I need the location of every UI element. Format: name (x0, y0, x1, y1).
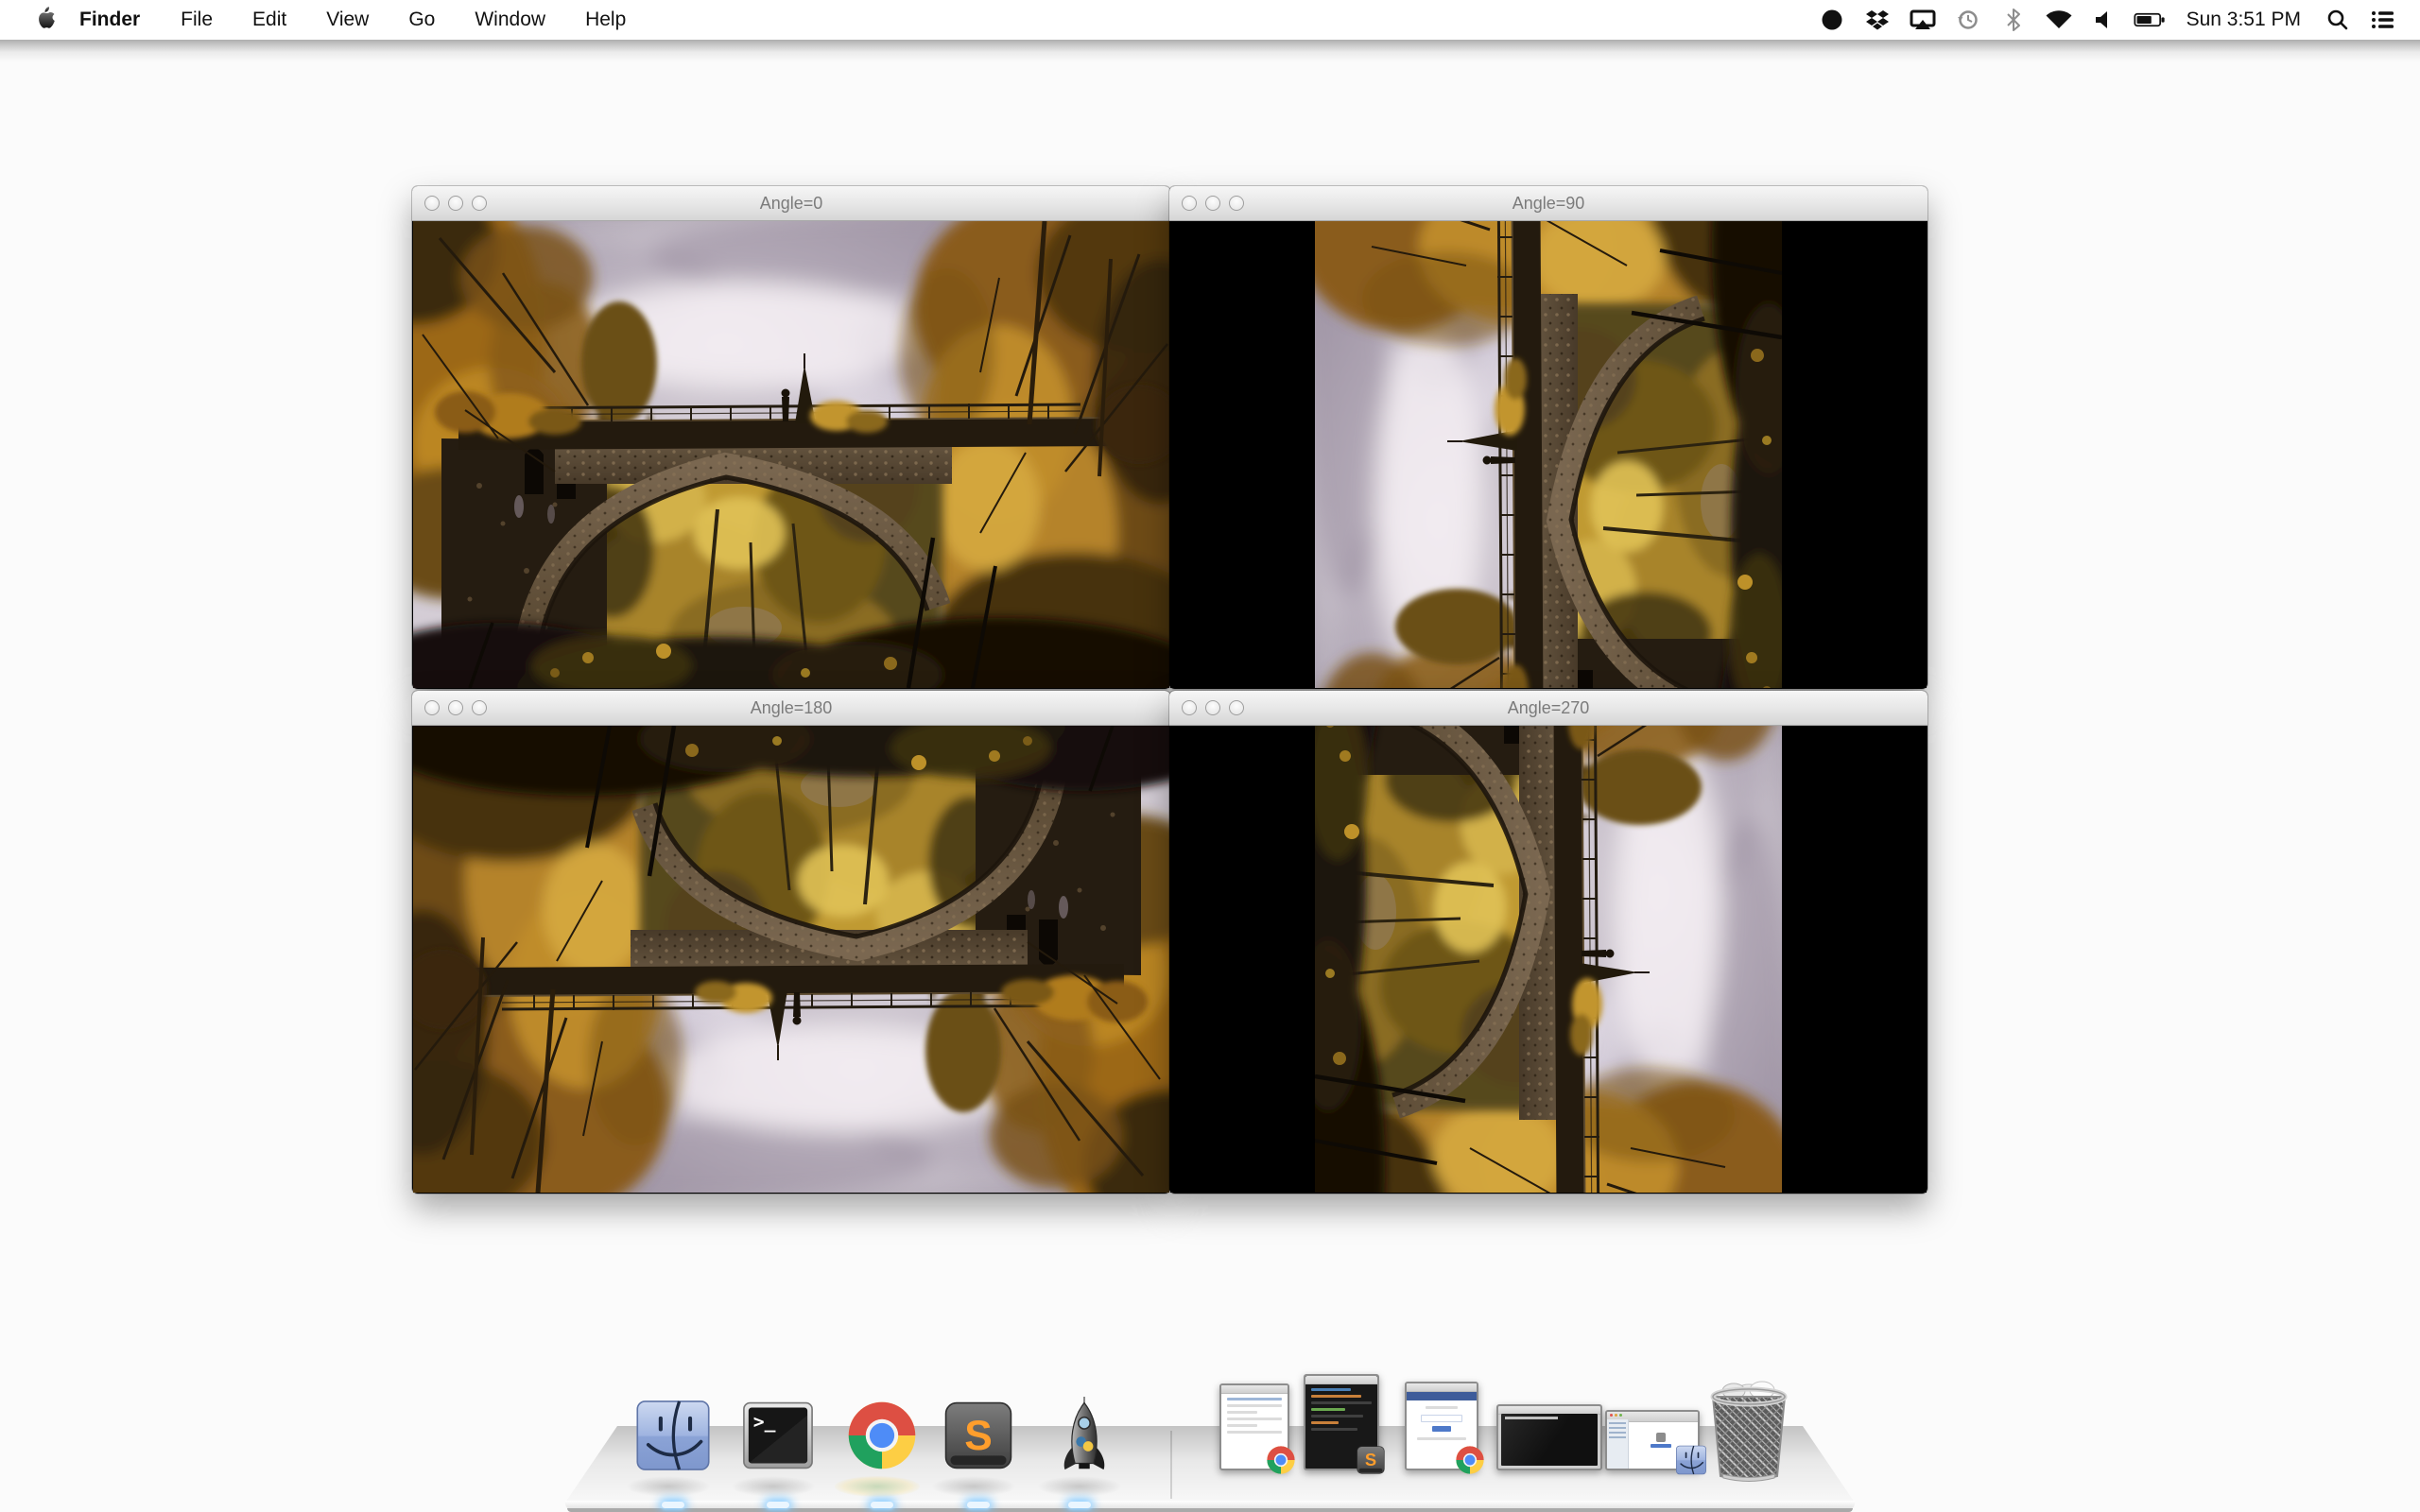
minimized-finder-window[interactable] (1605, 1410, 1700, 1470)
close-button[interactable] (1182, 700, 1197, 715)
minimized-terminal-window[interactable] (1496, 1404, 1602, 1470)
spotlight-search-icon[interactable] (2322, 6, 2354, 34)
zoom-button[interactable] (472, 700, 487, 715)
minimize-button[interactable] (448, 700, 463, 715)
running-indicator-rocket (1068, 1502, 1091, 1508)
window-titlebar[interactable]: Angle=180 (412, 691, 1170, 726)
dock-icon-python-rocket[interactable] (1046, 1397, 1123, 1474)
dock-icon-sublime-text[interactable] (940, 1397, 1017, 1474)
menu-item-file[interactable]: File (161, 0, 233, 40)
menu-item-window[interactable]: Window (455, 0, 565, 40)
image-canvas (1170, 221, 1927, 688)
image-canvas (413, 221, 1169, 688)
status-dot-icon[interactable] (1816, 6, 1848, 34)
window-titlebar[interactable]: Angle=270 (1169, 691, 1927, 726)
window-buttons (1182, 700, 1244, 715)
minimized-chrome-login-page[interactable] (1405, 1382, 1478, 1470)
icon-reflection (731, 1476, 816, 1497)
window-buttons (424, 196, 487, 211)
sublime-badge-icon (1355, 1444, 1387, 1476)
apple-menu-icon[interactable] (34, 6, 59, 34)
menu-bar-shadow (0, 40, 2420, 62)
window-title: Angle=0 (412, 194, 1170, 214)
menu-item-view[interactable]: View (306, 0, 389, 40)
menu-bar-left: Finder File Edit View Go Window Help (0, 0, 646, 40)
image-canvas (413, 726, 1169, 1193)
window-angle-180[interactable]: Angle=180 (412, 691, 1170, 1194)
bridge-photo-rotated-90 (1315, 221, 1782, 688)
window-titlebar[interactable]: Angle=90 (1169, 186, 1927, 221)
bridge-photo (413, 221, 1169, 688)
trash-icon-full[interactable] (1700, 1378, 1798, 1484)
battery-icon[interactable] (2134, 6, 2166, 34)
zoom-button[interactable] (1229, 700, 1244, 715)
menu-bar: Finder File Edit View Go Window Help (0, 0, 2420, 40)
close-button[interactable] (424, 700, 440, 715)
window-buttons (1182, 196, 1244, 211)
dropbox-icon[interactable] (1861, 6, 1893, 34)
close-button[interactable] (424, 196, 440, 211)
icon-reflection (626, 1476, 711, 1497)
time-machine-icon[interactable] (1952, 6, 1984, 34)
image-canvas (1170, 726, 1927, 1193)
dock-shelf-edge (567, 1508, 1853, 1512)
menu-item-edit[interactable]: Edit (233, 0, 306, 40)
dock-icon-finder[interactable] (634, 1397, 712, 1474)
volume-icon[interactable] (2088, 6, 2120, 34)
dock-icon-terminal[interactable] (739, 1397, 817, 1474)
dock-divider (1170, 1431, 1172, 1499)
menu-bar-clock[interactable]: Sun 3:51 PM (2179, 9, 2308, 31)
window-titlebar[interactable]: Angle=0 (412, 186, 1170, 221)
minimize-button[interactable] (1205, 700, 1220, 715)
running-indicator-sublime (967, 1502, 990, 1508)
window-angle-90[interactable]: Angle=90 (1169, 186, 1927, 689)
zoom-button[interactable] (1229, 196, 1244, 211)
dock-icon-chrome[interactable] (843, 1397, 921, 1474)
running-indicator-chrome (871, 1502, 893, 1508)
dock (565, 1372, 1855, 1512)
window-title: Angle=270 (1169, 698, 1927, 718)
bridge-photo-rotated-270 (1315, 726, 1782, 1193)
running-indicator-finder (662, 1502, 684, 1508)
running-indicator-terminal (767, 1502, 789, 1508)
minimize-button[interactable] (1205, 196, 1220, 211)
window-title: Angle=90 (1169, 194, 1927, 214)
menu-bar-status-area: Sun 3:51 PM (1816, 6, 2420, 34)
window-angle-0[interactable]: Angle=0 (412, 186, 1170, 689)
close-button[interactable] (1182, 196, 1197, 211)
window-buttons (424, 700, 487, 715)
wifi-icon[interactable] (2043, 6, 2075, 34)
airplay-display-icon[interactable] (1907, 6, 1939, 34)
menu-app-name[interactable]: Finder (59, 0, 161, 40)
icon-reflection (1037, 1476, 1122, 1497)
menu-item-go[interactable]: Go (389, 0, 455, 40)
minimized-sublime-code[interactable] (1304, 1374, 1379, 1470)
window-angle-270[interactable]: Angle=270 (1169, 691, 1927, 1194)
bridge-photo-rotated-180 (413, 726, 1169, 1193)
icon-reflection (835, 1476, 920, 1497)
notification-center-icon[interactable] (2367, 6, 2399, 34)
chrome-badge-icon (1265, 1444, 1297, 1476)
bluetooth-icon[interactable] (1997, 6, 2030, 34)
chrome-badge-icon (1454, 1444, 1486, 1476)
icon-reflection (931, 1476, 1016, 1497)
minimize-button[interactable] (448, 196, 463, 211)
menu-item-help[interactable]: Help (565, 0, 646, 40)
window-title: Angle=180 (412, 698, 1170, 718)
minimized-chrome-webpage[interactable] (1219, 1383, 1289, 1470)
zoom-button[interactable] (472, 196, 487, 211)
